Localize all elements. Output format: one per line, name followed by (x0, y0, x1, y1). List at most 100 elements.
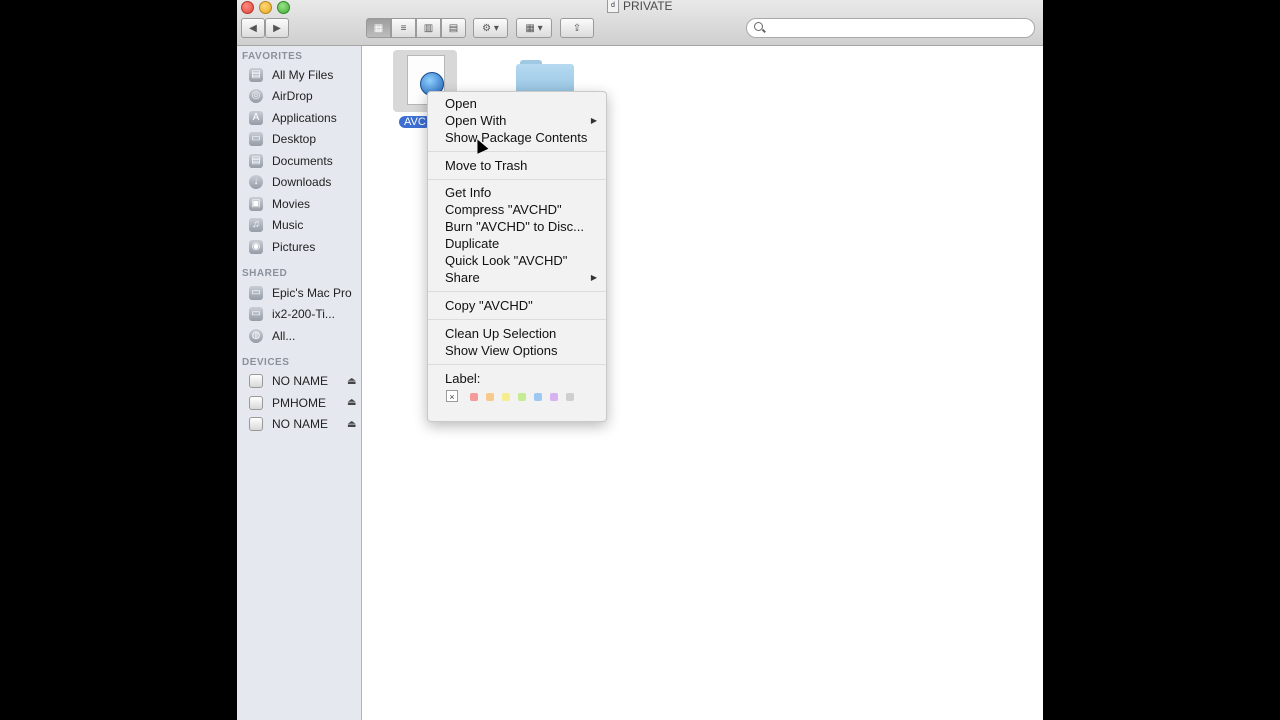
movies-icon: ▣ (249, 197, 263, 211)
music-icon: ♫ (249, 218, 263, 232)
sidebar-item-downloads[interactable]: ↓ Downloads (249, 172, 331, 192)
menu-item-share[interactable]: Share (445, 269, 591, 286)
menu-item-move-to-trash[interactable]: Move to Trash (445, 157, 527, 174)
label-none-button[interactable]: × (446, 390, 458, 402)
menu-item-open[interactable]: Open (445, 95, 477, 112)
cover-flow-button[interactable]: ▤ (441, 18, 466, 38)
sidebar-item-applications[interactable]: A Applications (249, 108, 337, 128)
label-color-orange[interactable] (486, 393, 494, 401)
applications-icon: A (249, 111, 263, 125)
menu-item-label: Share (445, 270, 480, 285)
arrange-icon: ▦ ▾ (525, 22, 543, 34)
sidebar-item-desktop[interactable]: ▭ Desktop (249, 129, 316, 149)
list-view-button[interactable]: ≡ (391, 18, 416, 38)
menu-item-show-package-contents[interactable]: Show Package Contents (445, 129, 587, 146)
list-view-icon: ≡ (400, 22, 407, 34)
menu-item-show-view-options[interactable]: Show View Options (445, 342, 558, 359)
menu-item-quick-look[interactable]: Quick Look "AVCHD" (445, 252, 567, 269)
action-menu-button[interactable]: ⚙ ▾ (473, 18, 508, 38)
sidebar-item-no-name-2[interactable]: NO NAME (249, 414, 328, 434)
back-arrow-icon: ◀ (249, 22, 257, 34)
menu-separator (428, 364, 606, 365)
disk-icon (249, 396, 263, 410)
sidebar-item-label: Documents (272, 154, 333, 168)
computer-icon: ▭ (249, 286, 263, 300)
sidebar-item-label: NO NAME (272, 417, 329, 431)
label-color-purple[interactable] (550, 393, 558, 401)
sidebar-item-documents[interactable]: ▤ Documents (249, 151, 333, 171)
eject-icon[interactable]: ⏏ (347, 397, 356, 408)
network-drive-icon: ▭ (249, 307, 263, 321)
sidebar-item-pmhome[interactable]: PMHOME (249, 393, 326, 413)
label-color-red[interactable] (470, 393, 478, 401)
back-button[interactable]: ◀ (241, 18, 265, 38)
downloads-icon: ↓ (249, 175, 263, 189)
sidebar-item-pictures[interactable]: ◉ Pictures (249, 237, 315, 257)
menu-item-get-info[interactable]: Get Info (445, 184, 491, 201)
search-icon (754, 22, 763, 31)
column-view-button[interactable]: ▥ (416, 18, 441, 38)
document-icon: d (607, 0, 619, 13)
sidebar-item-no-name-1[interactable]: NO NAME (249, 371, 328, 391)
menu-separator (428, 319, 606, 320)
window-title: d PRIVATE (607, 0, 673, 13)
menu-item-open-with[interactable]: Open With (445, 112, 591, 129)
sidebar-item-label: AirDrop (272, 89, 313, 103)
sidebar-heading-shared: SHARED (242, 268, 288, 279)
window-title-text: PRIVATE (623, 0, 673, 13)
column-view-icon: ▥ (423, 22, 434, 34)
arrange-menu-button[interactable]: ▦ ▾ (516, 18, 552, 38)
label-color-blue[interactable] (534, 393, 542, 401)
menu-item-compress[interactable]: Compress "AVCHD" (445, 201, 562, 218)
menu-item-copy[interactable]: Copy "AVCHD" (445, 297, 533, 314)
pictures-icon: ◉ (249, 240, 263, 254)
sidebar-item-label: Movies (272, 197, 311, 211)
sidebar-item-label: PMHOME (272, 396, 326, 410)
icon-view-icon: ▦ (373, 22, 384, 34)
close-window-button[interactable] (241, 1, 254, 14)
sidebar-item-airdrop[interactable]: ◎ AirDrop (249, 86, 313, 106)
sidebar-item-label: Downloads (272, 175, 332, 189)
sidebar-item-label: All... (272, 329, 296, 343)
sidebar-item-label: Desktop (272, 132, 317, 146)
sidebar-item-all-shared[interactable]: ◍ All... (249, 326, 295, 346)
share-button[interactable]: ⇪ (560, 18, 594, 38)
sidebar-item-epics-mac-pro[interactable]: ▭ Epic's Mac Pro (249, 283, 352, 303)
sidebar-item-ix2-200[interactable]: ▭ ix2-200-Ti... (249, 304, 335, 324)
finder-window: d PRIVATE ◀ ▶ ▦ ≡ ▥ ▤ ⚙ ▾ ▦ ▾ ⇪ FAVORITE… (237, 0, 1043, 720)
documents-icon: ▤ (249, 154, 263, 168)
sidebar-item-label: Applications (272, 111, 337, 125)
eject-icon[interactable]: ⏏ (347, 419, 356, 430)
forward-button[interactable]: ▶ (265, 18, 289, 38)
sidebar-item-all-my-files[interactable]: ▤ All My Files (249, 65, 333, 85)
menu-separator (428, 151, 606, 152)
title-bar: d PRIVATE ◀ ▶ ▦ ≡ ▥ ▤ ⚙ ▾ ▦ ▾ ⇪ (237, 0, 1043, 46)
menu-item-burn-to-disc[interactable]: Burn "AVCHD" to Disc... (445, 218, 584, 235)
menu-separator (428, 291, 606, 292)
forward-arrow-icon: ▶ (273, 22, 281, 34)
sidebar-item-label: Music (272, 218, 304, 232)
menu-separator (428, 179, 606, 180)
sidebar-item-label: Pictures (272, 240, 316, 254)
sidebar-heading-devices: DEVICES (242, 357, 290, 368)
all-files-icon: ▤ (249, 68, 263, 82)
sidebar-item-label: ix2-200-Ti... (272, 307, 335, 321)
submenu-arrow-icon: ▶ (590, 273, 597, 282)
share-icon: ⇪ (572, 22, 582, 34)
sidebar-item-music[interactable]: ♫ Music (249, 215, 303, 235)
search-field[interactable] (746, 18, 1035, 38)
sidebar-item-movies[interactable]: ▣ Movies (249, 194, 310, 214)
eject-icon[interactable]: ⏏ (347, 376, 356, 387)
menu-item-clean-up-selection[interactable]: Clean Up Selection (445, 325, 556, 342)
icon-view-button[interactable]: ▦ (366, 18, 391, 38)
label-color-yellow[interactable] (502, 393, 510, 401)
sidebar: FAVORITES ▤ All My Files ◎ AirDrop A Applic… (237, 46, 362, 720)
zoom-window-button[interactable] (277, 1, 290, 14)
menu-item-duplicate[interactable]: Duplicate (445, 235, 499, 252)
label-color-gray[interactable] (566, 393, 574, 401)
minimize-window-button[interactable] (259, 1, 272, 14)
label-heading: Label: (445, 371, 481, 386)
label-color-green[interactable] (518, 393, 526, 401)
menu-item-label: Open With (445, 113, 507, 128)
network-icon: ◍ (249, 329, 263, 343)
